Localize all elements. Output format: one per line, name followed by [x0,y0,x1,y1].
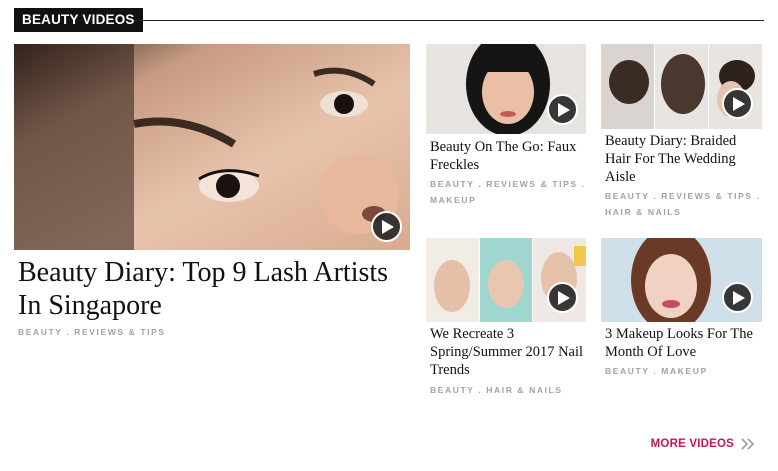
play-icon[interactable] [371,211,402,242]
video-title-faux-freckles[interactable]: Beauty On The Go: Faux Freckles [430,138,590,174]
video-title-makeup-looks[interactable]: 3 Makeup Looks For The Month Of Love [605,325,765,361]
video-thumbnail-nail-trends[interactable] [426,238,586,322]
featured-video-tags: BEAUTY . REVIEWS & TIPS [18,327,166,337]
video-title-nail-trends[interactable]: We Recreate 3 Spring/Summer 2017 Nail Tr… [430,325,590,379]
play-icon[interactable] [547,94,578,125]
play-icon[interactable] [722,88,753,119]
section-title: BEAUTY VIDEOS [14,8,143,32]
featured-thumbnail-image [14,44,410,250]
play-icon[interactable] [722,282,753,313]
section-divider [134,20,764,21]
video-tags-makeup-looks: BEAUTY . MAKEUP [605,366,708,376]
more-videos-label: MORE VIDEOS [650,438,734,450]
video-tags-nail-trends: BEAUTY . HAIR & NAILS [430,385,563,395]
section-header: BEAUTY VIDEOS [14,8,764,32]
video-tags-faux-freckles: BEAUTY . REVIEWS & TIPS . MAKEUP [430,179,586,205]
video-thumbnail-braided-hair[interactable] [601,44,762,129]
video-thumbnail-faux-freckles[interactable] [426,44,586,134]
double-chevron-right-icon [741,438,755,450]
featured-video-title[interactable]: Beauty Diary: Top 9 Lash Artists In Sing… [18,256,418,322]
video-thumbnail-makeup-looks[interactable] [601,238,762,322]
play-icon[interactable] [547,282,578,313]
video-tags-braided-hair: BEAUTY . REVIEWS & TIPS . HAIR & NAILS [605,191,761,217]
more-videos-link[interactable]: MORE VIDEOS [651,437,756,451]
video-title-braided-hair[interactable]: Beauty Diary: Braided Hair For The Weddi… [605,132,765,186]
featured-video-thumbnail[interactable] [14,44,410,250]
